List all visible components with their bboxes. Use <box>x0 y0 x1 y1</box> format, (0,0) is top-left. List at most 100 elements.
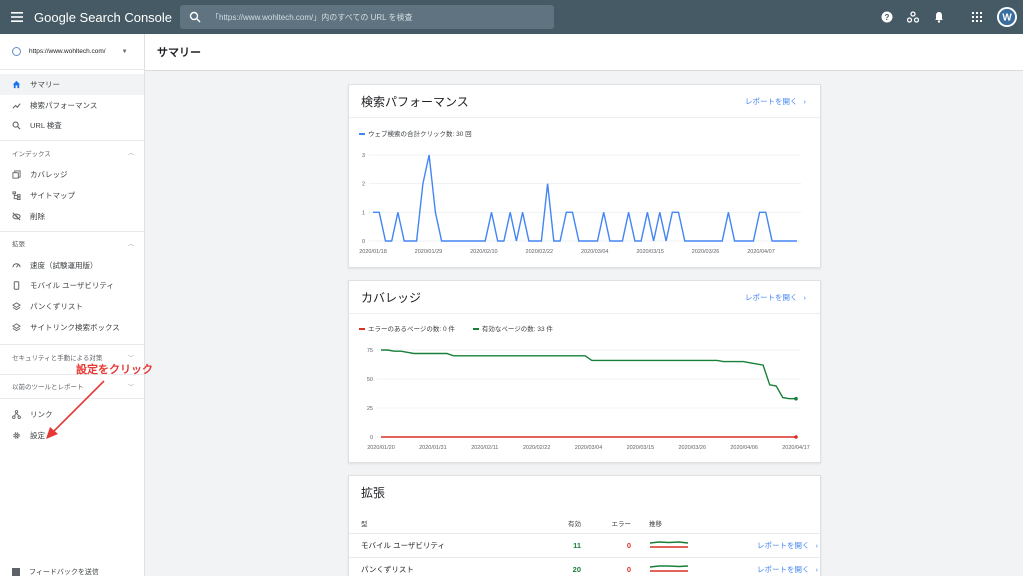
enhancements-card: 拡張 型 有効 エラー 推移 モバイル ユーザビリティ 11 0 レポートを開く… <box>348 475 822 576</box>
chevron-up-icon: ︿ <box>127 241 134 248</box>
y-tick-label: 25 <box>367 406 373 412</box>
sidebar: https://www.wohltech.com/ ▼ サマリー 検索パフォーマ… <box>0 34 145 576</box>
annotation-text: 設定をクリック <box>76 364 153 376</box>
sidebar-item-sitemaps[interactable]: サイトマップ <box>0 185 144 206</box>
sidebar-item-label: 検索パフォーマンス <box>30 100 98 110</box>
help-icon[interactable]: ? <box>877 7 897 27</box>
layers-icon <box>12 323 21 332</box>
sidebar-item-label: フィードバックを送信 <box>29 569 99 576</box>
performance-card: 検索パフォーマンス レポートを開く › ウェブ検索の合計クリック数: 30 回 0… <box>348 84 821 268</box>
open-report-link[interactable]: レポートを開く › <box>745 96 806 107</box>
chevron-right-icon: › <box>803 96 807 106</box>
sidebar-item-mobile-usability[interactable]: モバイル ユーザビリティ <box>0 276 144 297</box>
y-tick-label: 75 <box>367 348 373 354</box>
search-icon <box>12 122 21 130</box>
gear-icon <box>13 431 20 439</box>
svg-text:?: ? <box>885 13 890 22</box>
x-tick-label: 2020/01/18 <box>359 249 387 255</box>
column-header: 型 <box>361 520 368 528</box>
sidebar-item-breadcrumbs[interactable]: パンくずリスト <box>0 296 144 317</box>
y-tick-label: 3 <box>362 153 365 159</box>
card-title: 拡張 <box>361 486 386 500</box>
sidebar-item-label: 速度（試験運用版） <box>30 260 98 270</box>
row-error-count: 0 <box>626 541 631 550</box>
x-tick-label: 2020/02/11 <box>471 445 498 451</box>
row-error-count: 0 <box>626 565 631 574</box>
phone-icon <box>13 281 20 291</box>
speed-icon <box>12 262 21 268</box>
legend-item-valid: 有効なページの数: 33 件 <box>472 323 553 333</box>
enhancements-table: 型 有効 エラー 推移 モバイル ユーザビリティ 11 0 レポートを開く › パ… <box>349 512 822 576</box>
table-row[interactable]: モバイル ユーザビリティ 11 0 レポートを開く › <box>349 534 822 558</box>
x-tick-label: 2020/02/10 <box>470 249 498 255</box>
coverage-card: カバレッジ レポートを開く › エラーのあるページの数: 0 件 有効なページの数… <box>348 280 821 463</box>
sidebar-item-coverage[interactable]: カバレッジ <box>0 164 144 185</box>
row-valid-count: 11 <box>573 541 581 550</box>
performance-chart: 0 1 2 3 2020/01/18 2020/01/29 2020/02/10 2020/0… <box>359 153 801 255</box>
x-tick-label: 2020/01/31 <box>419 445 447 451</box>
sidebar-item-summary[interactable]: サマリー <box>0 74 144 95</box>
column-header: 推移 <box>649 520 662 528</box>
section-enhancements[interactable]: 拡張 ︿ <box>0 230 144 255</box>
bell-icon[interactable] <box>929 7 949 27</box>
row-valid-count: 20 <box>572 565 581 574</box>
avatar[interactable]: W <box>997 7 1017 27</box>
column-header: 有効 <box>568 520 581 528</box>
sidebar-item-removals[interactable]: 削除 <box>0 206 144 227</box>
sidebar-item-feedback[interactable]: フィードバックを送信 <box>12 568 99 576</box>
menu-icon[interactable] <box>0 0 34 34</box>
sidebar-item-performance[interactable]: 検索パフォーマンス <box>0 95 144 116</box>
chevron-right-icon: › <box>815 565 819 574</box>
x-tick-label: 2020/03/04 <box>575 445 603 451</box>
link-label: レポートを開く <box>745 292 798 302</box>
app-title[interactable]: Google Search Console <box>34 10 180 25</box>
sidebar-item-label: サイトマップ <box>30 191 75 201</box>
card-title: カバレッジ <box>361 290 422 305</box>
x-tick-label: 2020/02/22 <box>523 445 551 451</box>
sidebar-item-url-inspection[interactable]: URL 検査 <box>0 116 144 137</box>
link-label: レポートを開く <box>757 541 810 550</box>
chevron-up-icon: ︿ <box>127 151 134 158</box>
section-label: 拡張 <box>12 241 25 249</box>
open-report-link[interactable]: レポートを開く › <box>745 292 806 303</box>
link-label: レポートを開く <box>757 565 810 574</box>
sidebar-item-speed[interactable]: 速度（試験運用版） <box>0 255 144 276</box>
section-index[interactable]: インデックス ︿ <box>0 140 144 164</box>
svg-text:W: W <box>1002 13 1012 24</box>
search-icon <box>189 11 201 23</box>
trending-icon <box>12 103 21 109</box>
x-tick-label: 2020/03/26 <box>678 445 706 451</box>
users-icon[interactable] <box>903 7 923 27</box>
caret-down-icon: ▼ <box>121 48 128 55</box>
table-row[interactable]: パンくずリスト 20 0 レポートを開く › <box>349 558 822 576</box>
open-report-link[interactable]: レポートを開く › <box>711 564 822 575</box>
legend-item-error: エラーのあるページの数: 0 件 <box>359 323 455 333</box>
row-type: モバイル ユーザビリティ <box>361 541 445 550</box>
column-header: エラー <box>611 520 632 528</box>
chart-legend: ウェブ検索の合計クリック数: 30 回 <box>359 128 472 138</box>
property-url: https://www.wohltech.com/ <box>29 48 106 55</box>
trend-sparkline <box>631 564 711 576</box>
url-inspect-search[interactable] <box>180 5 554 29</box>
sidebar-item-label: サイトリンク検索ボックス <box>30 323 120 333</box>
x-tick-label: 2020/04/07 <box>747 249 775 255</box>
y-tick-label: 50 <box>367 377 373 383</box>
chevron-right-icon: › <box>803 292 807 302</box>
top-bar: Google Search Console ? W <box>0 0 1023 34</box>
copy-icon <box>12 170 21 179</box>
sidebar-item-sitelinks-searchbox[interactable]: サイトリンク検索ボックス <box>0 317 144 338</box>
sidebar-item-label: 削除 <box>30 211 45 221</box>
sitemap-icon <box>12 191 21 201</box>
chevron-right-icon: › <box>815 541 819 550</box>
open-report-link[interactable]: レポートを開く › <box>711 540 822 551</box>
property-selector[interactable]: https://www.wohltech.com/ ▼ <box>0 34 144 70</box>
series-endpoint <box>794 396 798 401</box>
sidebar-item-label: カバレッジ <box>30 170 68 180</box>
row-type: パンくずリスト <box>361 565 414 574</box>
table-header: 型 有効 エラー 推移 <box>349 512 822 534</box>
apps-grid-icon[interactable] <box>967 7 987 27</box>
globe-icon <box>12 47 21 56</box>
search-input[interactable] <box>211 12 531 22</box>
links-icon <box>12 409 21 419</box>
x-tick-label: 2020/03/26 <box>692 249 720 255</box>
